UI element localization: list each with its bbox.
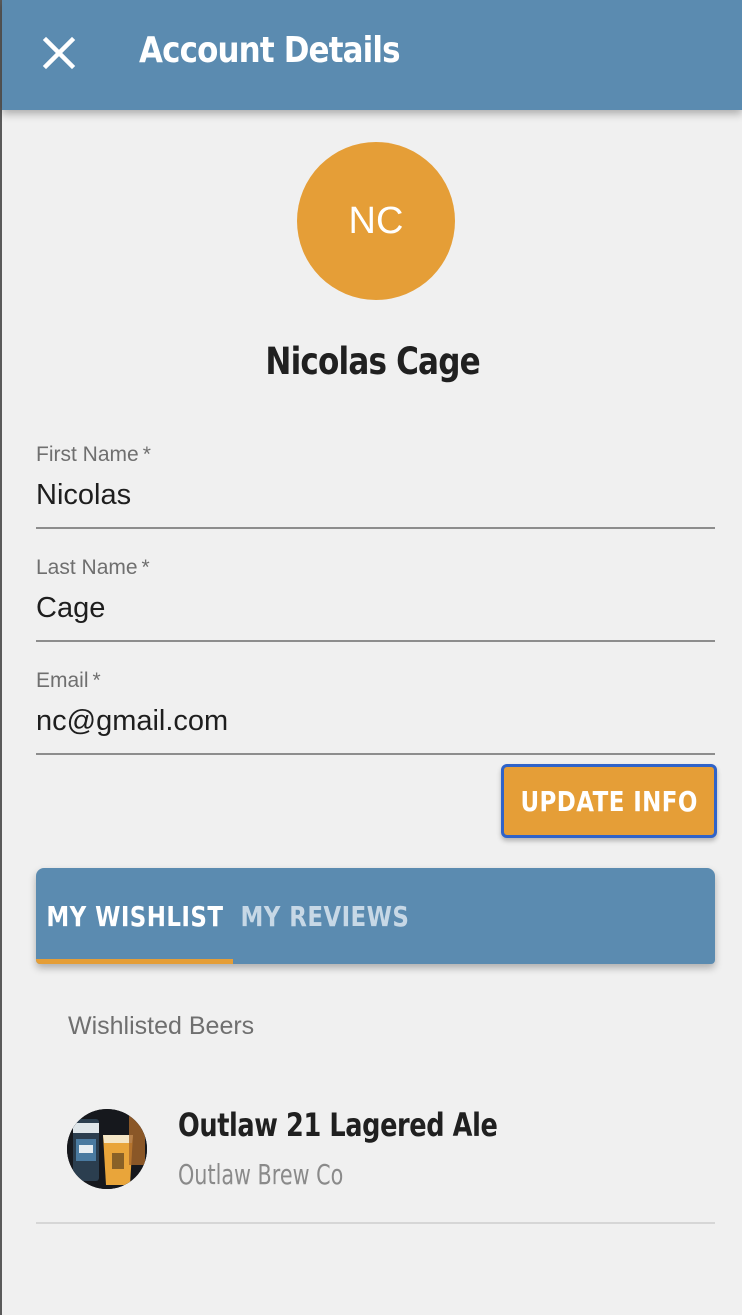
- page-title: Account Details: [139, 30, 401, 71]
- email-underline: [36, 753, 715, 755]
- last-name-label: Last Name *: [36, 556, 150, 580]
- first-name-input[interactable]: [36, 473, 715, 517]
- update-info-label: UPDATE INFO: [520, 784, 698, 818]
- active-tab-indicator: [36, 959, 233, 964]
- tab-my-reviews[interactable]: MY REVIEWS: [233, 868, 417, 964]
- tab-my-wishlist-label: MY WISHLIST: [46, 899, 223, 933]
- profile-name-text: Nicolas Cage: [265, 340, 481, 383]
- wishlist-item[interactable]: Outlaw 21 Lagered Ale Outlaw Brew Co: [36, 1090, 715, 1224]
- close-button[interactable]: [32, 26, 86, 80]
- wishlist-heading: Wishlisted Beers: [68, 1012, 255, 1040]
- profile-name: Nicolas Cage: [2, 340, 742, 383]
- avatar: NC: [297, 142, 455, 300]
- email-input[interactable]: [36, 699, 715, 743]
- app-bar: Account Details: [2, 0, 742, 110]
- required-asterisk: *: [141, 556, 150, 579]
- last-name-underline: [36, 640, 715, 642]
- first-name-underline: [36, 527, 715, 529]
- close-icon: [42, 36, 76, 70]
- tab-my-reviews-label: MY REVIEWS: [240, 899, 410, 933]
- email-label: Email *: [36, 669, 101, 693]
- email-field: Email *: [36, 669, 715, 759]
- first-name-label: First Name *: [36, 443, 151, 467]
- required-asterisk: *: [142, 443, 151, 466]
- account-details-page: Account Details NC Nicolas Cage First Na…: [0, 0, 742, 1315]
- last-name-label-text: Last Name: [36, 556, 138, 579]
- first-name-label-text: First Name: [36, 443, 139, 466]
- avatar-initials: NC: [348, 199, 404, 242]
- last-name-input[interactable]: [36, 586, 715, 630]
- first-name-field: First Name *: [36, 443, 715, 533]
- update-info-button[interactable]: UPDATE INFO: [501, 764, 717, 838]
- brewery-name: Outlaw Brew Co: [178, 1158, 344, 1191]
- list-divider: [36, 1222, 715, 1224]
- beer-image: [67, 1109, 147, 1189]
- tab-my-wishlist[interactable]: MY WISHLIST: [36, 868, 233, 964]
- last-name-field: Last Name *: [36, 556, 715, 646]
- email-label-text: Email: [36, 669, 89, 692]
- beer-name: Outlaw 21 Lagered Ale: [178, 1106, 498, 1144]
- profile-tabs: MY WISHLIST MY REVIEWS: [36, 868, 715, 964]
- required-asterisk: *: [92, 669, 101, 692]
